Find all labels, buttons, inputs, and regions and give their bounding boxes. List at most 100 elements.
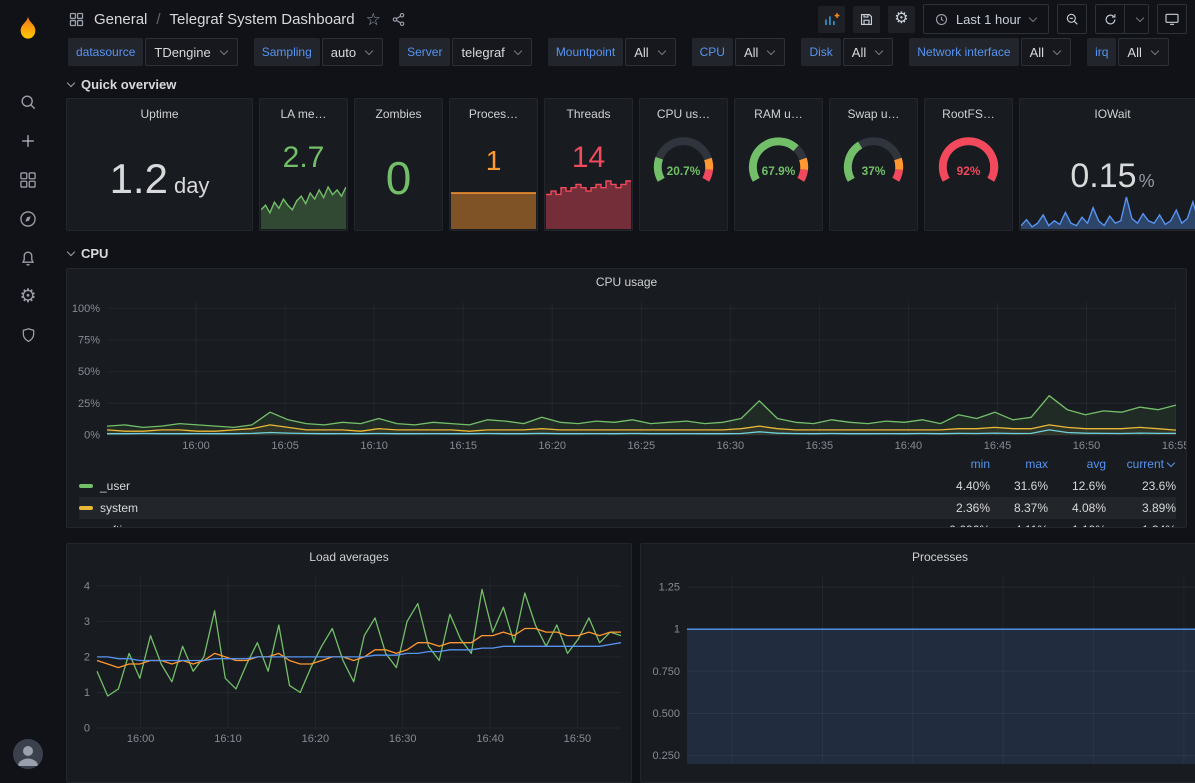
chevron-down-icon: [513, 47, 523, 57]
variable-label: Server: [399, 38, 450, 66]
svg-text:75%: 75%: [78, 335, 100, 347]
create-plus-icon[interactable]: [0, 121, 56, 160]
variable-dropdown[interactable]: TDengine: [145, 38, 237, 66]
variable-dropdown[interactable]: All: [735, 38, 785, 66]
panel-title[interactable]: Swap u…: [830, 101, 917, 127]
panel-title[interactable]: IOWait: [1020, 101, 1195, 127]
legend-header: min max avg current: [79, 453, 1176, 475]
refresh-interval-dropdown[interactable]: [1125, 4, 1149, 34]
svg-text:0.750: 0.750: [652, 666, 680, 678]
svg-text:20.7%: 20.7%: [667, 164, 701, 178]
refresh-button[interactable]: [1095, 4, 1125, 34]
variable-dropdown[interactable]: All: [843, 38, 893, 66]
grafana-app: ⚙ General / Telegraf System Dashboard ☆: [0, 0, 1195, 783]
panel-title[interactable]: Uptime: [67, 101, 252, 127]
search-icon[interactable]: [0, 82, 56, 121]
panel-cpu-usage: CPU usage 0%25%50%75%100%16:0016:0516:10…: [66, 268, 1187, 528]
panel-title[interactable]: Proces…: [450, 101, 537, 127]
sparkline: [451, 189, 536, 229]
chevron-down-icon: [766, 47, 776, 57]
svg-text:0.250: 0.250: [652, 750, 680, 762]
variable-irq: irq All: [1087, 38, 1169, 66]
variable-dropdown[interactable]: auto: [322, 38, 383, 66]
dashboards-icon[interactable]: [0, 160, 56, 199]
panel-title[interactable]: CPU usage: [67, 269, 1186, 295]
legend-row-system[interactable]: system 2.36% 8.37% 4.08% 3.89%: [79, 497, 1176, 519]
variable-dropdown[interactable]: All: [1021, 38, 1071, 66]
svg-text:16:35: 16:35: [806, 440, 834, 452]
processes-chart[interactable]: 1.2510.7500.5000.250: [641, 570, 1195, 770]
chevron-down-icon: [1135, 14, 1145, 24]
load-averages-chart[interactable]: 0123416:0016:1016:2016:3016:4016:50: [67, 570, 631, 746]
explore-compass-icon[interactable]: [0, 199, 56, 238]
alerting-bell-icon[interactable]: [0, 238, 56, 277]
sidebar: ⚙: [0, 0, 56, 783]
variable-label: irq: [1087, 38, 1116, 66]
variable-dropdown[interactable]: All: [625, 38, 675, 66]
legend-sort-current[interactable]: current: [1106, 457, 1176, 471]
panel-title[interactable]: CPU us…: [640, 101, 727, 127]
svg-text:100%: 100%: [72, 303, 100, 315]
stat-value: 1: [450, 145, 537, 177]
bottom-panels-row: Load averages 0123416:0016:1016:2016:301…: [66, 543, 1195, 783]
time-range-picker[interactable]: Last 1 hour: [923, 4, 1049, 34]
stat-value: 2.7: [260, 141, 347, 175]
dashboard-content: Quick overview Uptime 1.2day LA me… 2.7 …: [56, 66, 1195, 783]
svg-text:16:25: 16:25: [628, 440, 656, 452]
row-header-cpu[interactable]: CPU: [66, 241, 1195, 265]
svg-text:16:30: 16:30: [389, 733, 417, 745]
stats-row: Uptime 1.2day LA me… 2.7 Zombies 0 Proce…: [66, 98, 1195, 231]
panel-title[interactable]: Zombies: [355, 101, 442, 127]
panel-title[interactable]: RootFS…: [925, 101, 1012, 127]
breadcrumb-section[interactable]: General: [94, 11, 147, 28]
variable-dropdown[interactable]: All: [1118, 38, 1168, 66]
variable-cpu: CPU All: [692, 38, 786, 66]
variable-label: CPU: [692, 38, 733, 66]
add-panel-button[interactable]: [818, 6, 845, 33]
legend-sort-min[interactable]: min: [932, 457, 990, 471]
grafana-logo[interactable]: [0, 0, 56, 56]
legend-row-softirq[interactable]: softirq 0.696% 4.11% 1.19% 1.34%: [79, 519, 1176, 527]
dashboard-apps-icon: [68, 11, 85, 28]
panel-title[interactable]: Processes: [641, 544, 1195, 570]
grafana-flame-icon: [14, 14, 42, 42]
panel-title[interactable]: Load averages: [67, 544, 631, 570]
chevron-down-icon: [1166, 459, 1176, 469]
svg-text:16:05: 16:05: [271, 440, 299, 452]
zoom-out-icon: [1064, 11, 1080, 27]
save-dashboard-button[interactable]: [853, 6, 880, 33]
user-avatar[interactable]: [13, 739, 43, 769]
share-icon[interactable]: [390, 11, 407, 28]
variable-dropdown[interactable]: telegraf: [452, 38, 531, 66]
dashboard-settings-gear-icon[interactable]: ⚙: [888, 6, 915, 33]
star-icon[interactable]: ☆: [366, 11, 381, 28]
svg-text:16:40: 16:40: [895, 440, 923, 452]
legend-sort-max[interactable]: max: [990, 457, 1048, 471]
refresh-icon: [1103, 12, 1118, 27]
cycle-view-mode-button[interactable]: [1157, 4, 1187, 34]
svg-text:1.25: 1.25: [659, 582, 680, 594]
svg-text:16:15: 16:15: [449, 440, 477, 452]
panel-title[interactable]: Threads: [545, 101, 632, 127]
panel-title[interactable]: LA me…: [260, 101, 347, 127]
gauge-panel-cpu-usage: CPU us… 20.7%: [639, 98, 728, 231]
svg-text:16:00: 16:00: [127, 733, 155, 745]
template-variables-bar: datasource TDengine Sampling auto Server…: [56, 38, 1195, 66]
cpu-usage-chart[interactable]: 0%25%50%75%100%16:0016:0516:1016:1516:20…: [67, 295, 1186, 453]
configuration-gear-icon[interactable]: ⚙: [0, 277, 56, 316]
variable-label: Sampling: [254, 38, 320, 66]
stat-value: 0.15%: [1020, 157, 1195, 196]
variable-label: Disk: [801, 38, 840, 66]
monitor-icon: [1164, 11, 1180, 27]
variable-label: Mountpoint: [548, 38, 623, 66]
gauge-panel-swap-usage: Swap u… 37%: [829, 98, 918, 231]
series-swatch: [79, 484, 93, 488]
panel-title[interactable]: RAM u…: [735, 101, 822, 127]
server-admin-shield-icon[interactable]: [0, 316, 56, 355]
zoom-out-time-button[interactable]: [1057, 4, 1087, 34]
legend-sort-avg[interactable]: avg: [1048, 457, 1106, 471]
legend-row-user[interactable]: _user 4.40% 31.6% 12.6% 23.6%: [79, 475, 1176, 497]
row-header-quick-overview[interactable]: Quick overview: [66, 72, 1195, 96]
sparkline: [546, 177, 631, 229]
breadcrumb-dashboard-title[interactable]: Telegraf System Dashboard: [170, 11, 355, 28]
